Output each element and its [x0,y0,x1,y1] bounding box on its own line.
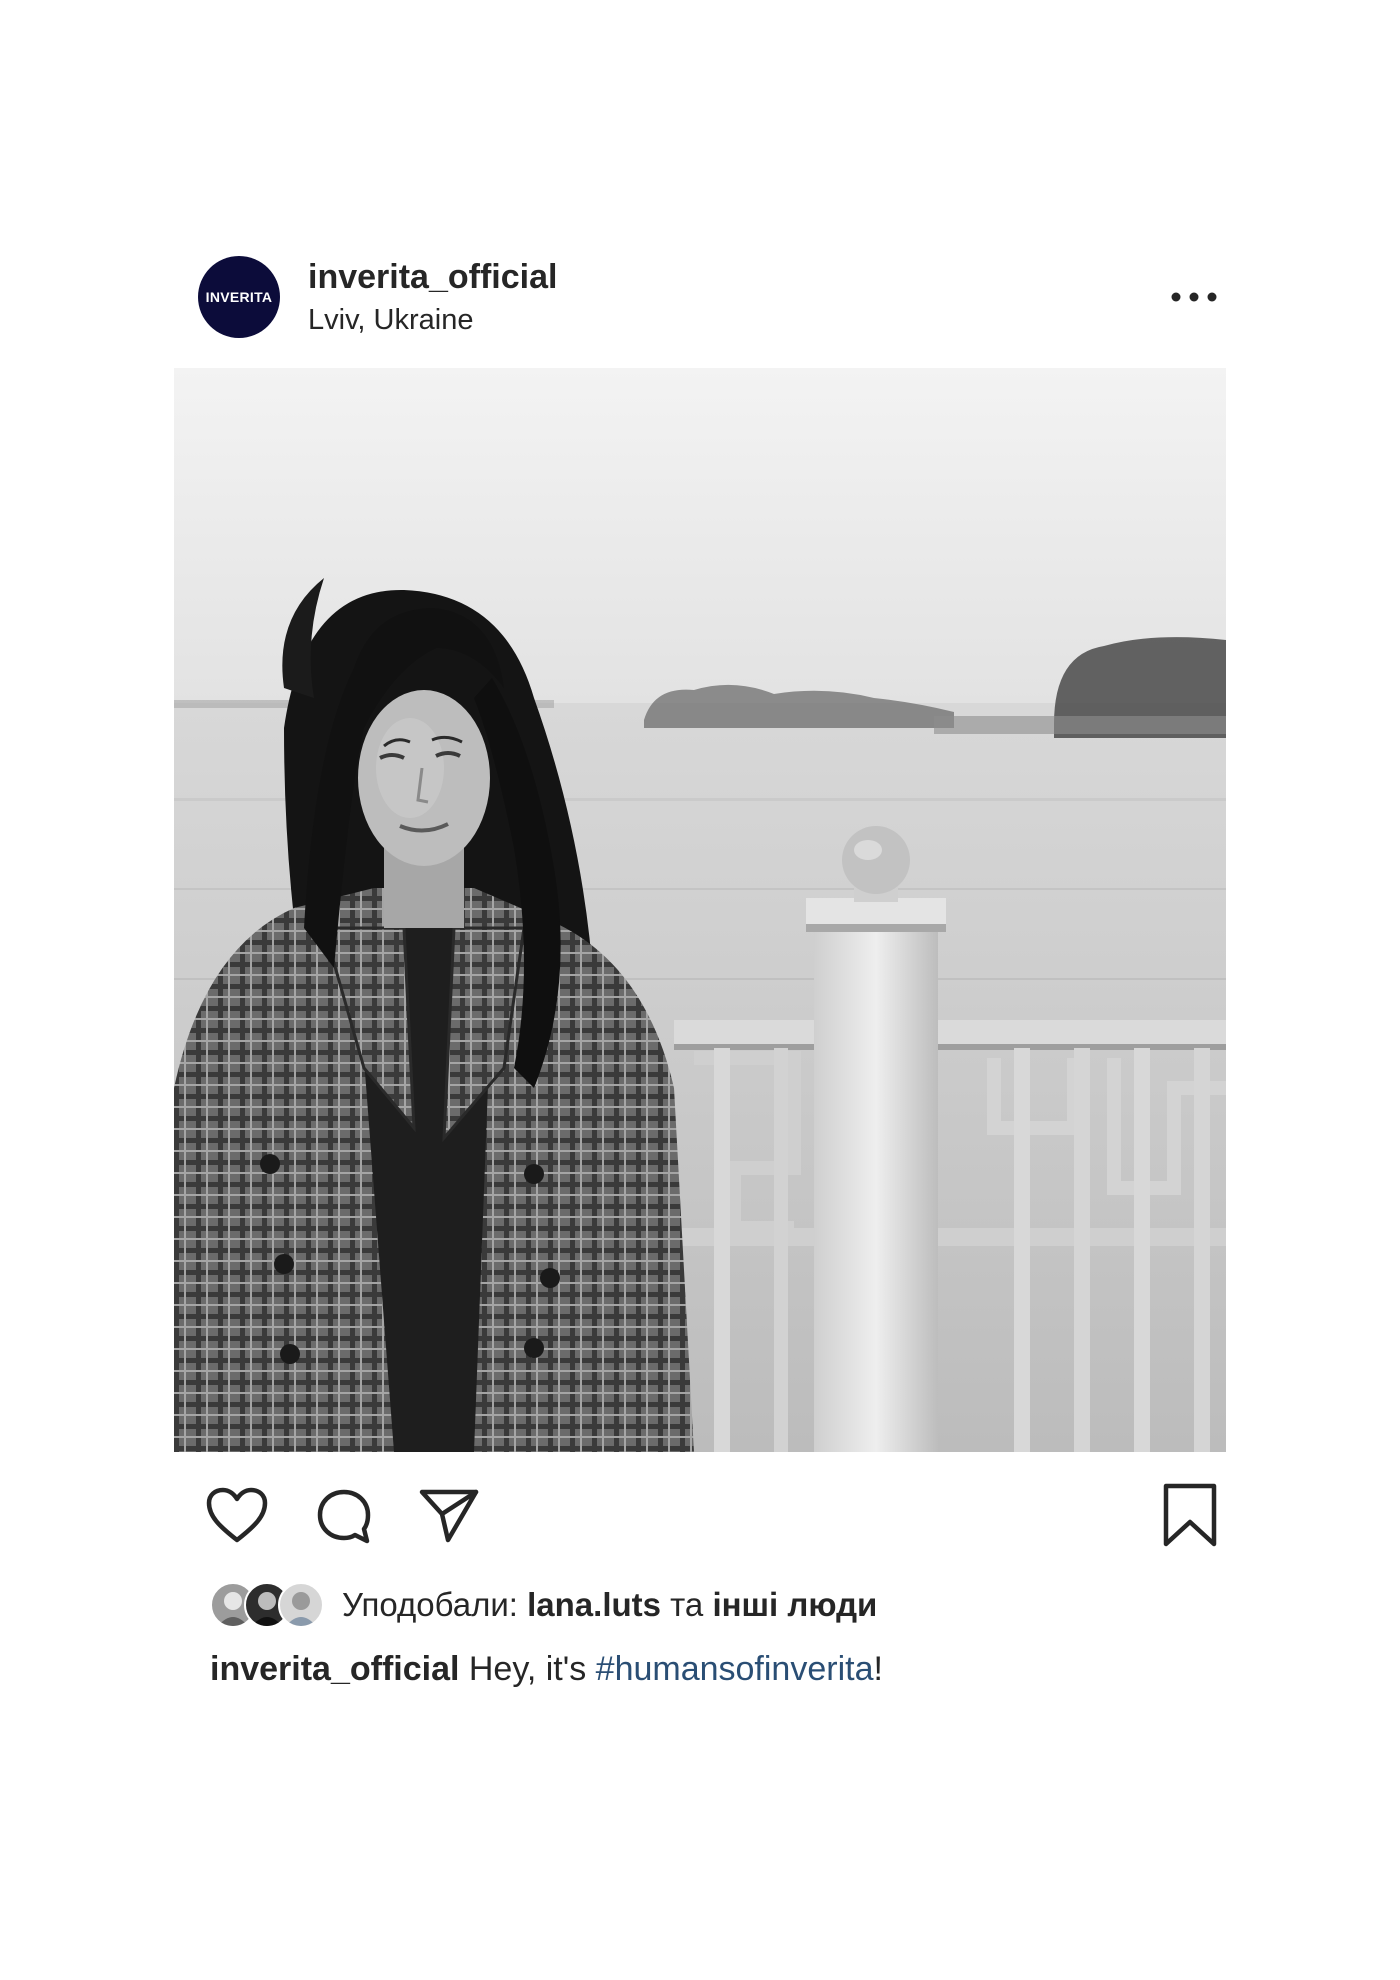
paper-plane-icon[interactable] [418,1486,480,1544]
likes-joiner: та [670,1586,704,1623]
heart-outline-icon[interactable] [205,1486,269,1544]
photo-illustration [174,368,1226,1452]
likes-prefix: Уподобали: [342,1586,518,1623]
liker-avatars[interactable] [210,1582,328,1628]
bookmark-outline-icon[interactable] [1160,1482,1220,1548]
caption-hashtag[interactable]: #humansofinverita [596,1650,874,1688]
post-username[interactable]: inverita_official [308,258,557,297]
liker-username[interactable]: lana.luts [527,1586,661,1623]
likes-others-link[interactable]: інші люди [712,1586,877,1623]
avatar[interactable]: INVERITA [198,256,280,338]
instagram-post: INVERITA inverita_official Lviv, Ukraine [0,0,1400,1980]
avatar-logo-text: INVERITA [205,289,273,305]
comment-bubble-icon[interactable] [314,1486,374,1546]
ellipsis-icon [1171,292,1217,302]
likes-summary[interactable]: Уподобали: lana.luts та інші люди [342,1586,877,1624]
caption-suffix: ! [873,1650,883,1688]
more-options-button[interactable] [1166,280,1222,314]
post-photo[interactable] [174,368,1226,1452]
caption-username[interactable]: inverita_official [210,1650,459,1688]
post-location[interactable]: Lviv, Ukraine [308,304,473,337]
post-caption: inverita_official Hey, it's #humansofinv… [210,1650,883,1689]
avatar [278,1582,324,1628]
caption-text: Hey, it's [468,1650,587,1688]
